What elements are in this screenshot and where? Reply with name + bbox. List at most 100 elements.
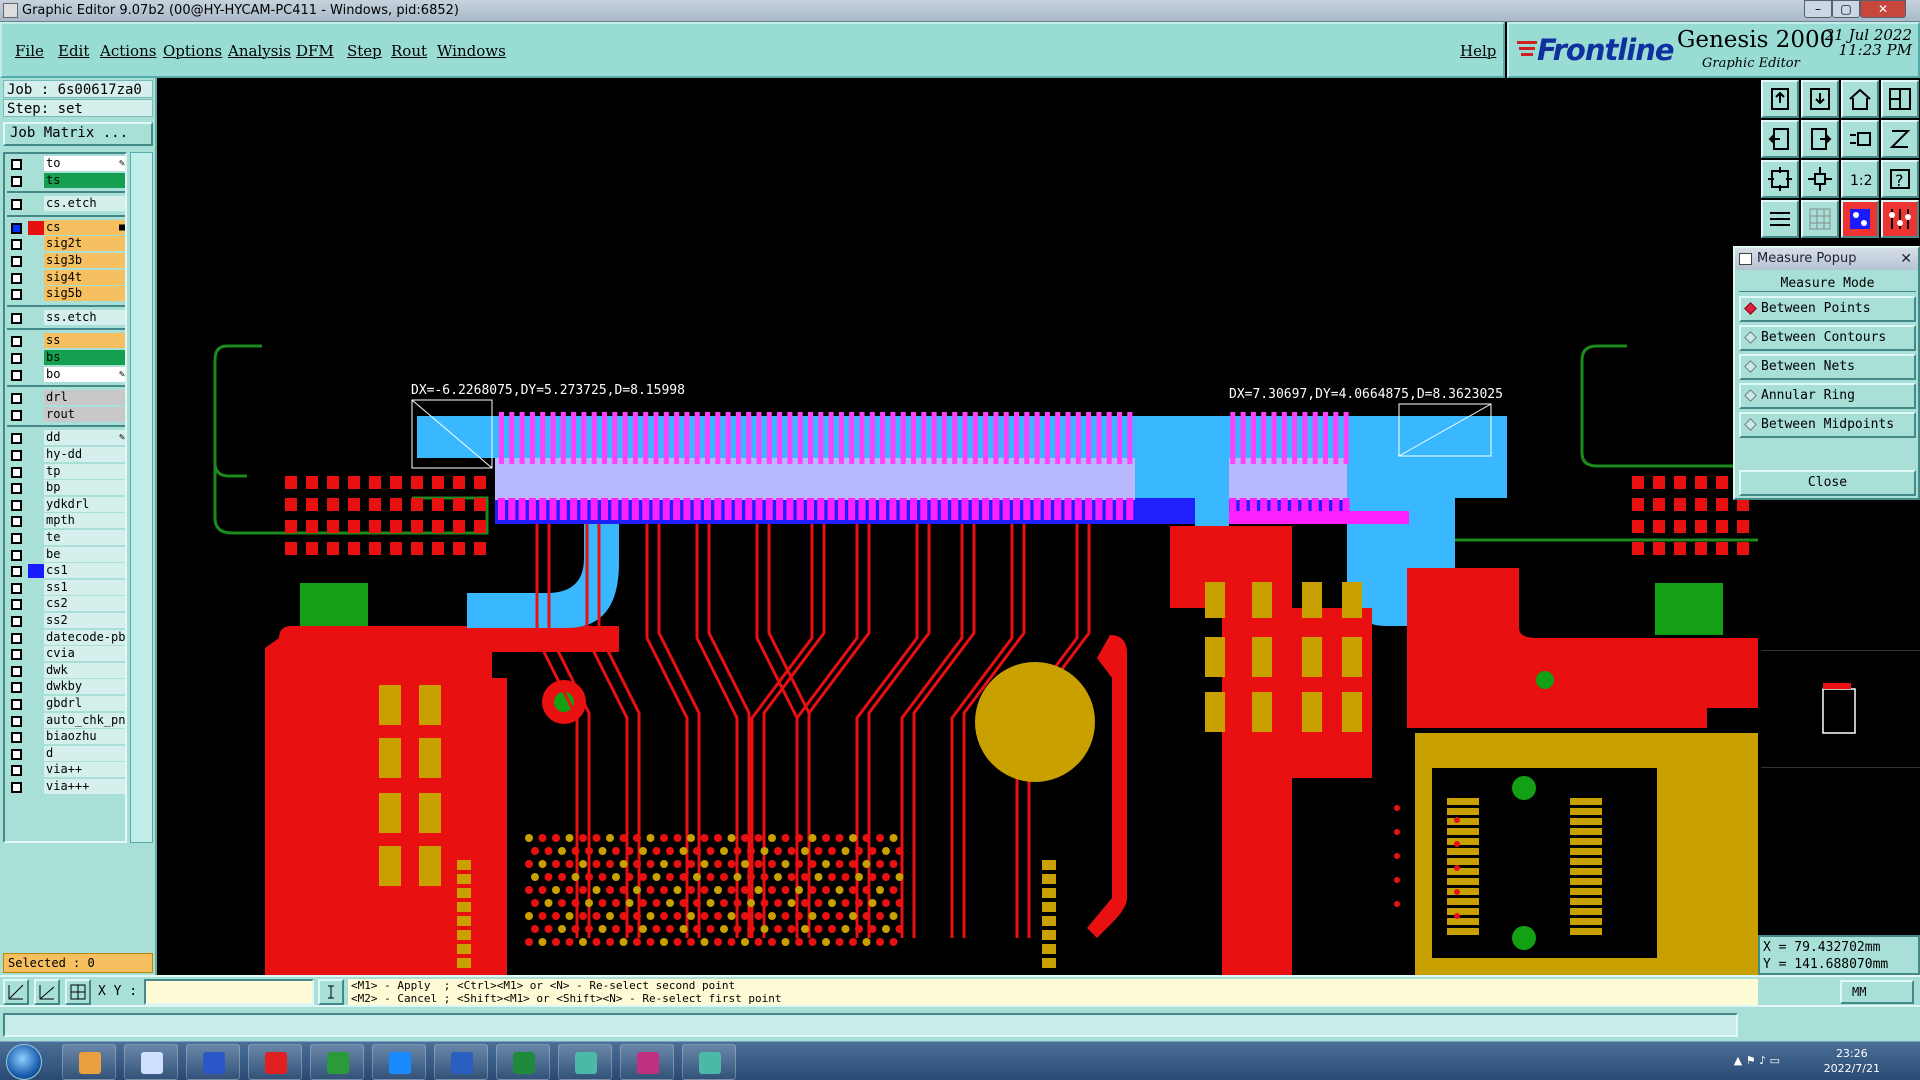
- mode-between-nets[interactable]: Between Nets: [1739, 354, 1916, 380]
- layer-color-swatch[interactable]: [28, 254, 44, 268]
- layer-checkbox[interactable]: [11, 599, 22, 611]
- layer-checkbox[interactable]: [11, 483, 22, 495]
- layer-checkbox[interactable]: [11, 699, 22, 710]
- layer-checkbox[interactable]: [11, 765, 22, 777]
- menu-analysis[interactable]: Analysis: [228, 42, 291, 60]
- snap-mode-button[interactable]: [3, 979, 29, 1005]
- layer-color-swatch[interactable]: [28, 597, 44, 611]
- layer-checkbox[interactable]: [11, 533, 22, 544]
- layer-checkbox[interactable]: [11, 682, 22, 694]
- layer-checkbox[interactable]: [11, 566, 22, 578]
- layer-row-ts[interactable]: ts: [7, 172, 125, 189]
- taskbar-app-notes[interactable]: [124, 1044, 178, 1080]
- layer-row-cvia[interactable]: cvia: [7, 646, 125, 662]
- layer-color-swatch[interactable]: [28, 334, 44, 348]
- toolbar-button-open-step[interactable]: [1761, 80, 1799, 118]
- layer-row-sig3b[interactable]: sig3b: [7, 253, 125, 269]
- job-matrix-button[interactable]: Job Matrix ...: [3, 122, 153, 146]
- layer-checkbox[interactable]: [11, 665, 22, 677]
- grid-mode-button[interactable]: [65, 979, 91, 1005]
- layer-color-swatch[interactable]: [28, 157, 44, 171]
- layer-row-d[interactable]: d: [7, 745, 125, 762]
- toolbar-button-save[interactable]: [1801, 80, 1839, 118]
- layer-name[interactable]: dwkby: [44, 679, 125, 695]
- layer-name[interactable]: ss: [44, 333, 125, 349]
- close-window-button[interactable]: ✕: [1860, 0, 1906, 18]
- minimize-button[interactable]: –: [1804, 0, 1832, 18]
- mode-between-points[interactable]: Between Points: [1739, 296, 1916, 322]
- layer-color-swatch[interactable]: [28, 220, 44, 235]
- menu-help[interactable]: Help: [1460, 42, 1496, 60]
- layer-name[interactable]: d: [44, 745, 125, 761]
- layer-row-cs[interactable]: cs ■: [7, 219, 125, 236]
- layer-row-cs1[interactable]: cs1: [7, 563, 125, 579]
- maximize-button[interactable]: ▢: [1832, 0, 1860, 18]
- layer-color-swatch[interactable]: [28, 697, 44, 711]
- layer-row-dd[interactable]: dd ✎: [7, 430, 125, 446]
- layer-name[interactable]: via++: [44, 762, 125, 778]
- layer-color-swatch[interactable]: [28, 287, 44, 301]
- layer-checkbox[interactable]: [11, 549, 22, 561]
- layer-checkbox[interactable]: [11, 199, 22, 211]
- layer-color-swatch[interactable]: [28, 237, 44, 251]
- mode-between-midpoints[interactable]: Between Midpoints: [1739, 412, 1916, 438]
- layer-checkbox[interactable]: [11, 312, 22, 324]
- toolbar-button-zoom-home[interactable]: [1801, 160, 1839, 198]
- layer-color-swatch[interactable]: [28, 581, 44, 595]
- layer-color-swatch[interactable]: [28, 351, 44, 365]
- layer-row-datecode-pbo[interactable]: datecode-pbo: [7, 629, 125, 646]
- popup-close-icon[interactable]: ✕: [1900, 248, 1912, 270]
- layer-row-cs2[interactable]: cs2: [7, 596, 125, 612]
- layer-name[interactable]: datecode-pbo: [44, 629, 125, 645]
- layer-name[interactable]: ss2: [44, 613, 125, 628]
- layer-row-sig2t[interactable]: sig2t: [7, 236, 125, 252]
- taskbar-app-save[interactable]: [186, 1044, 240, 1080]
- taskbar-app-excel[interactable]: [496, 1044, 550, 1080]
- layer-name[interactable]: sig4t: [44, 269, 125, 285]
- layer-name[interactable]: bo ✎: [44, 366, 125, 382]
- layer-color-swatch[interactable]: [28, 531, 44, 545]
- layer-checkbox[interactable]: [11, 256, 22, 267]
- layer-row-ss[interactable]: ss: [7, 333, 125, 349]
- pcb-view[interactable]: DX=-6.2268075,DY=5.273725,D=8.15998 DX=7…: [157, 78, 1758, 975]
- layer-row-te[interactable]: te: [7, 530, 125, 546]
- taskbar-app-word[interactable]: [434, 1044, 488, 1080]
- layer-color-swatch[interactable]: [28, 631, 44, 645]
- system-tray[interactable]: ▲ ⚑ ♪ ▭: [1734, 1054, 1780, 1067]
- layer-checkbox[interactable]: [11, 748, 22, 760]
- layer-color-swatch[interactable]: [28, 174, 44, 188]
- layer-row-dwk[interactable]: dwk: [7, 662, 125, 679]
- layer-color-swatch[interactable]: [28, 197, 44, 211]
- layer-checkbox[interactable]: [11, 782, 22, 793]
- layer-list-scrollbar[interactable]: [130, 152, 153, 843]
- layer-checkbox[interactable]: [11, 582, 22, 594]
- layer-name[interactable]: hy-dd: [44, 447, 125, 462]
- layer-checkbox[interactable]: [11, 409, 22, 421]
- layer-row-via-[interactable]: via++: [7, 762, 125, 778]
- layer-row-ydkdrl[interactable]: ydkdrl: [7, 496, 125, 513]
- layer-row-rout[interactable]: rout: [7, 406, 125, 423]
- layer-color-swatch[interactable]: [28, 448, 44, 462]
- layer-color-swatch[interactable]: [28, 498, 44, 512]
- layer-name[interactable]: cs2: [44, 596, 125, 612]
- layer-name[interactable]: be: [44, 546, 125, 562]
- layer-row-ss-etch[interactable]: ss.etch: [7, 309, 125, 326]
- layer-row-sig5b[interactable]: sig5b: [7, 286, 125, 302]
- menu-options[interactable]: Options: [163, 42, 222, 60]
- toolbar-button-display[interactable]: [1841, 120, 1879, 158]
- layer-color-swatch[interactable]: [28, 614, 44, 628]
- layer-name[interactable]: drl: [44, 390, 125, 406]
- layer-name[interactable]: auto_chk_pn: [44, 712, 125, 728]
- measure-close-button[interactable]: Close: [1739, 470, 1916, 496]
- layer-row-ss2[interactable]: ss2: [7, 613, 125, 629]
- layer-row-hy-dd[interactable]: hy-dd: [7, 447, 125, 463]
- layer-row-ss1[interactable]: ss1: [7, 579, 125, 596]
- taskbar-app-shell[interactable]: [62, 1044, 116, 1080]
- layer-name[interactable]: sig2t: [44, 236, 125, 252]
- layer-color-swatch[interactable]: [28, 730, 44, 744]
- layer-checkbox[interactable]: [11, 175, 22, 187]
- layer-name[interactable]: te: [44, 530, 125, 545]
- layer-checkbox[interactable]: [11, 289, 22, 301]
- menu-file[interactable]: File: [15, 42, 44, 60]
- menu-edit[interactable]: Edit: [58, 42, 89, 60]
